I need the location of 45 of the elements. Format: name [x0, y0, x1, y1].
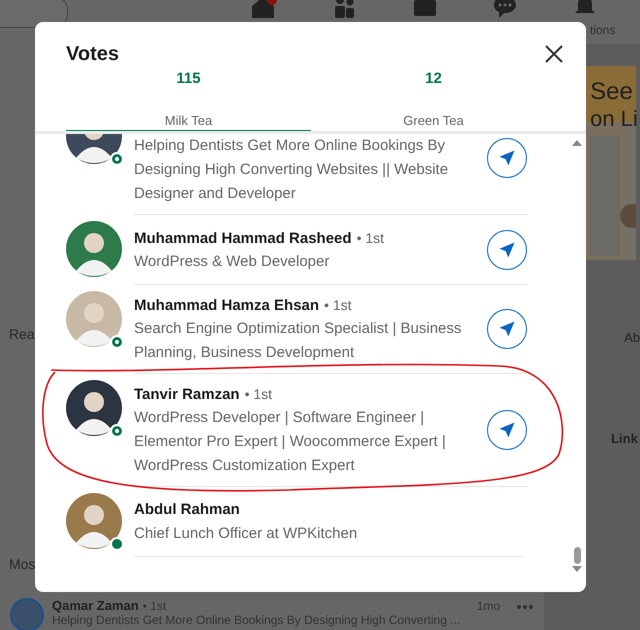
section-heading: Rea	[9, 326, 35, 342]
chat-icon[interactable]	[493, 0, 517, 18]
scroll-down-icon[interactable]	[572, 566, 582, 572]
voter-name[interactable]: Muhammad Hammad Rasheed	[134, 226, 352, 250]
send-icon	[497, 319, 517, 339]
voter-headline: WordPress & Web Developer	[134, 252, 330, 272]
message-button[interactable]	[487, 410, 527, 450]
ad-text: See	[590, 78, 633, 106]
message-button[interactable]	[487, 309, 527, 349]
voter-name[interactable]: Abdul Rahman	[134, 498, 240, 522]
search-field[interactable]	[0, 0, 68, 28]
voter-name[interactable]: Muhammad Hamza Ehsan	[134, 294, 320, 318]
voter-headline: Search Engine Optimization Specialist | Business Planning, Business Development	[134, 319, 462, 363]
people-icon[interactable]	[333, 0, 357, 18]
voter-headline: WordPress Developer | Software Engineer | Elementor Pro Expert | Woocommerce Expert | WordPress Customization Expert	[134, 408, 447, 476]
send-icon	[497, 420, 517, 440]
section-heading: Mos	[9, 556, 36, 572]
scroll-up-icon[interactable]	[572, 140, 582, 146]
home-icon[interactable]	[250, 0, 280, 18]
author-name: Qamar Zaman	[52, 598, 139, 613]
vote-tab[interactable]: 115 Milk Tea	[66, 66, 311, 132]
message-button[interactable]	[487, 230, 527, 270]
ad-text: on Li	[590, 106, 638, 132]
send-icon	[497, 240, 517, 260]
scrollbar-thumb[interactable]	[574, 547, 580, 564]
avatar	[66, 291, 122, 347]
message-button[interactable]	[487, 138, 527, 178]
connection-degree: • 1st	[356, 228, 384, 248]
avatar	[66, 380, 122, 436]
close-icon	[544, 44, 564, 64]
voter-headline: Helping Dentists Get More Online Bookings By Designing High Converting Websites || Website Designer and Developer	[134, 136, 450, 204]
vote-tab[interactable]: 12 Green Tea	[311, 66, 556, 132]
connection-degree: • 1st	[324, 296, 352, 315]
connection-degree: • 1st	[244, 385, 272, 404]
avatar	[66, 493, 122, 549]
more-icon[interactable]	[516, 604, 534, 610]
nav-label: tions	[590, 23, 616, 37]
voter-name[interactable]: Tanvir Ramzan	[134, 383, 240, 407]
side-text: Ab	[624, 330, 640, 345]
voter-headline: Chief Lunch Officer at WPKitchen	[134, 524, 358, 544]
send-icon	[497, 148, 517, 168]
briefcase-icon[interactable]	[413, 0, 437, 16]
avatar	[66, 221, 122, 277]
avatar	[10, 598, 44, 630]
dialog-title: Votes	[66, 42, 119, 66]
